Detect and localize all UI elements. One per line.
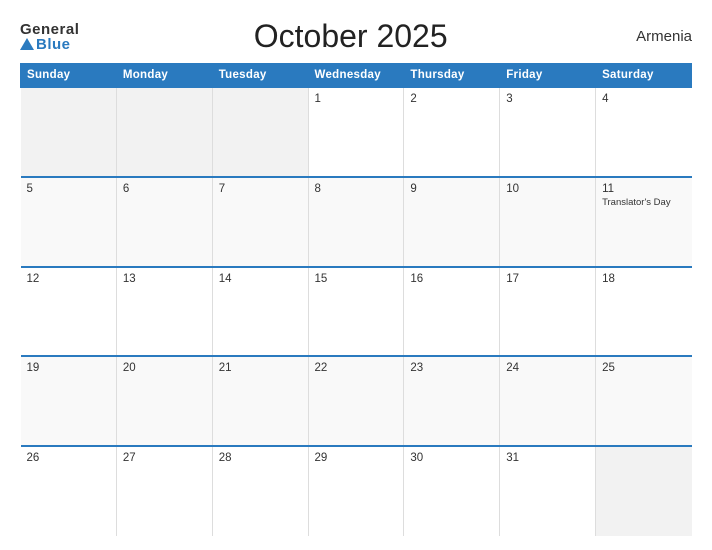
col-header-wednesday: Wednesday — [308, 64, 404, 88]
col-header-friday: Friday — [500, 64, 596, 88]
calendar-week-row: 12 3 4 — [21, 87, 692, 177]
cell-day-number: 4 — [602, 93, 685, 105]
calendar-cell: 16 — [404, 267, 500, 357]
cell-day-number: 18 — [602, 273, 685, 285]
cell-day-number: 15 — [315, 273, 398, 285]
calendar-cell: 21 — [212, 356, 308, 446]
cell-day-number: 19 — [27, 362, 110, 374]
calendar-week-row: 12 13 14 15 16 17 18 — [21, 267, 692, 357]
calendar-cell — [212, 87, 308, 177]
calendar-title: October 2025 — [79, 18, 622, 55]
calendar-page: General Blue October 2025 Armenia Sunday… — [0, 0, 712, 550]
calendar-week-row: 5 6 7 89 10 11 Translator's Day — [21, 177, 692, 267]
cell-day-number: 1 — [315, 93, 398, 105]
calendar-cell: 25 — [596, 356, 692, 446]
cell-day-number: 9 — [410, 183, 493, 195]
calendar-cell: 7 — [212, 177, 308, 267]
calendar-cell: 29 — [308, 446, 404, 536]
calendar-cell: 1 — [308, 87, 404, 177]
calendar-cell: 28 — [212, 446, 308, 536]
calendar-cell: 14 — [212, 267, 308, 357]
cell-event-label: Translator's Day — [602, 197, 685, 209]
col-header-sunday: Sunday — [21, 64, 117, 88]
calendar-cell: 23 — [404, 356, 500, 446]
calendar-cell — [21, 87, 117, 177]
logo-general-text: General — [20, 22, 79, 37]
cell-day-number: 29 — [315, 452, 398, 464]
calendar-cell: 24 — [500, 356, 596, 446]
cell-day-number: 26 — [27, 452, 110, 464]
calendar-cell: 9 — [404, 177, 500, 267]
calendar-cell: 20 — [116, 356, 212, 446]
calendar-week-row: 19 20 21 22 23 24 25 — [21, 356, 692, 446]
calendar-cell — [596, 446, 692, 536]
cell-day-number: 31 — [506, 452, 589, 464]
calendar-cell: 8 — [308, 177, 404, 267]
calendar-cell: 31 — [500, 446, 596, 536]
logo-blue-text: Blue — [20, 37, 71, 52]
calendar-cell: 15 — [308, 267, 404, 357]
calendar-cell: 4 — [596, 87, 692, 177]
logo-triangle-icon — [20, 38, 34, 50]
cell-day-number: 13 — [123, 273, 206, 285]
cell-day-number: 24 — [506, 362, 589, 374]
calendar-cell: 6 — [116, 177, 212, 267]
cell-day-number: 12 — [27, 273, 110, 285]
col-header-thursday: Thursday — [404, 64, 500, 88]
calendar-week-row: 26 27 28 29 30 31 — [21, 446, 692, 536]
cell-day-number: 22 — [315, 362, 398, 374]
calendar-cell: 22 — [308, 356, 404, 446]
calendar-cell: 26 — [21, 446, 117, 536]
calendar-header-row: SundayMondayTuesdayWednesdayThursdayFrid… — [21, 64, 692, 88]
calendar-table: SundayMondayTuesdayWednesdayThursdayFrid… — [20, 63, 692, 536]
calendar-cell: 19 — [21, 356, 117, 446]
cell-day-number: 10 — [506, 183, 589, 195]
cell-day-number: 30 — [410, 452, 493, 464]
cell-day-number: 23 — [410, 362, 493, 374]
col-header-tuesday: Tuesday — [212, 64, 308, 88]
cell-day-number: 17 — [506, 273, 589, 285]
cell-day-number: 27 — [123, 452, 206, 464]
cell-day-number: 5 — [27, 183, 110, 195]
cell-day-number: 2 — [410, 93, 493, 105]
col-header-saturday: Saturday — [596, 64, 692, 88]
calendar-cell: 30 — [404, 446, 500, 536]
cell-day-number: 3 — [506, 93, 589, 105]
country-name: Armenia — [622, 28, 692, 45]
calendar-cell: 11 Translator's Day — [596, 177, 692, 267]
calendar-cell: 27 — [116, 446, 212, 536]
logo: General Blue — [20, 22, 79, 52]
cell-day-number: 28 — [219, 452, 302, 464]
calendar-cell: 17 — [500, 267, 596, 357]
cell-day-number: 8 — [315, 183, 398, 195]
cell-day-number: 25 — [602, 362, 685, 374]
cell-day-number: 14 — [219, 273, 302, 285]
calendar-cell: 3 — [500, 87, 596, 177]
cell-day-number: 20 — [123, 362, 206, 374]
cell-day-number: 21 — [219, 362, 302, 374]
calendar-cell: 5 — [21, 177, 117, 267]
calendar-cell: 12 — [21, 267, 117, 357]
header: General Blue October 2025 Armenia — [20, 18, 692, 55]
calendar-cell: 10 — [500, 177, 596, 267]
cell-day-number: 16 — [410, 273, 493, 285]
calendar-cell: 18 — [596, 267, 692, 357]
col-header-monday: Monday — [116, 64, 212, 88]
cell-day-number: 11 — [602, 183, 685, 195]
calendar-cell: 13 — [116, 267, 212, 357]
cell-day-number: 7 — [219, 183, 302, 195]
cell-day-number: 6 — [123, 183, 206, 195]
calendar-cell — [116, 87, 212, 177]
calendar-cell: 2 — [404, 87, 500, 177]
